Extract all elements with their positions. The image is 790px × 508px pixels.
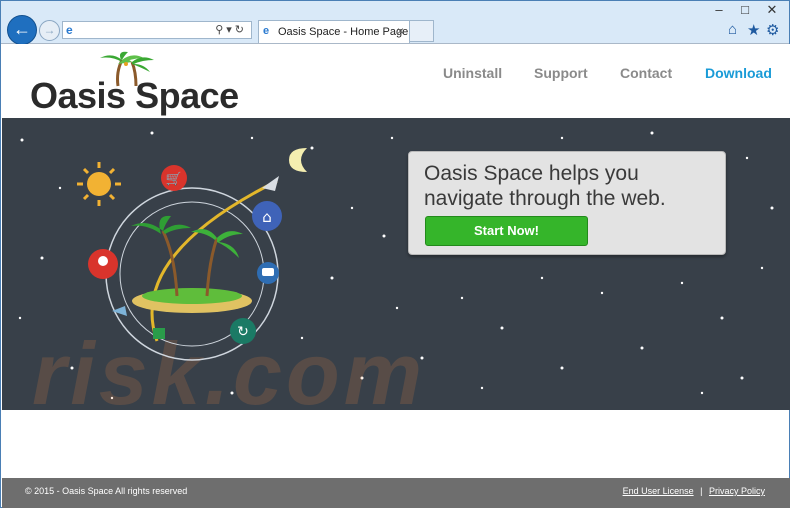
footer-separator: | <box>700 486 703 496</box>
nav-contact[interactable]: Contact <box>620 65 672 81</box>
site-header: Oasis Space Uninstall Support Contact Do… <box>2 44 790 118</box>
nav-support[interactable]: Support <box>534 65 588 81</box>
dropdown-icon[interactable]: ▾ <box>226 24 235 36</box>
tab-oasis-space[interactable]: e Oasis Space - Home Page × <box>258 20 410 43</box>
nav-uninstall[interactable]: Uninstall <box>443 65 502 81</box>
home-pin-icon: ⌂ <box>262 208 272 226</box>
close-tab-icon[interactable]: × <box>397 24 404 38</box>
forward-arrow-icon: → <box>43 23 56 37</box>
moon-icon <box>289 148 307 172</box>
forward-button[interactable]: → <box>39 20 60 41</box>
cta-headline-line1: Oasis Space helps you <box>424 162 639 185</box>
footer-links: End User License | Privacy Policy <box>623 486 765 496</box>
sun-icon <box>77 162 121 206</box>
address-tools: ⚲▾↻ <box>215 23 247 36</box>
close-window-button[interactable]: ✕ <box>762 3 782 17</box>
minimize-button[interactable]: – <box>709 3 729 17</box>
address-bar[interactable]: e ⚲▾↻ <box>62 21 252 39</box>
cta-panel: Oasis Space helps you navigate through t… <box>408 151 726 255</box>
cart-icon: 🛒 <box>166 171 182 187</box>
start-now-button[interactable]: Start Now! <box>425 216 588 246</box>
tab-title: Oasis Space - Home Page <box>278 26 409 38</box>
chat-icon <box>262 268 274 276</box>
settings-gear-icon[interactable]: ⚙ <box>766 21 779 39</box>
back-arrow-icon: ← <box>13 19 31 39</box>
eula-link[interactable]: End User License <box>623 486 694 496</box>
favorites-star-icon[interactable]: ★ <box>747 21 760 39</box>
home-icon[interactable]: ⌂ <box>728 21 737 38</box>
location-pin-icon <box>98 256 108 266</box>
web-page: Oasis Space Uninstall Support Contact Do… <box>2 44 790 508</box>
maximize-button[interactable]: □ <box>735 3 755 17</box>
site-footer: © 2015 - Oasis Space All rights reserved… <box>2 478 790 508</box>
refresh-icon[interactable]: ↻ <box>235 24 247 36</box>
back-button[interactable]: ← <box>7 15 37 45</box>
browser-window: – □ ✕ ← → e ⚲▾↻ e Oasis Space - Home Pag… <box>0 0 790 508</box>
new-tab-button[interactable] <box>410 20 434 42</box>
hero-banner: risk.com 🛒 ⌂ ↻ Oasis Space helps you nav… <box>2 118 790 410</box>
nav-download[interactable]: Download <box>705 65 772 81</box>
browser-toolbar: – □ ✕ ← → e ⚲▾↻ e Oasis Space - Home Pag… <box>1 1 789 45</box>
ie-icon: e <box>263 25 270 37</box>
ie-icon: e <box>66 23 73 37</box>
copyright-text: © 2015 - Oasis Space All rights reserved <box>25 486 188 496</box>
search-icon[interactable]: ⚲ <box>215 24 226 36</box>
logo-text[interactable]: Oasis Space <box>30 75 239 117</box>
sync-icon: ↻ <box>237 324 249 340</box>
privacy-policy-link[interactable]: Privacy Policy <box>709 486 765 496</box>
cta-headline-line2: navigate through the web. <box>424 187 666 210</box>
login-icon <box>153 328 165 339</box>
oasis-illustration: 🛒 ⌂ ↻ <box>77 148 307 361</box>
